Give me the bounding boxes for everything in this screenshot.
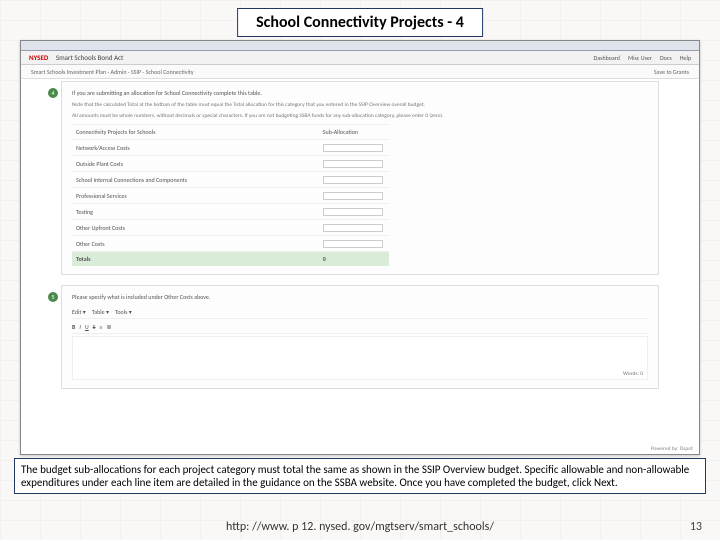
alloc-input-4[interactable]: [323, 208, 383, 216]
row-label: Network/Access Costs: [72, 140, 319, 156]
panel4-note1: Note that the calculated Total at the bo…: [72, 102, 648, 109]
editor-menu-table[interactable]: Table ▾: [92, 308, 109, 316]
editor-textarea[interactable]: Words: 0: [72, 336, 648, 380]
caption: The budget sub-allocations for each proj…: [14, 458, 706, 494]
row-label: Outside Plant Costs: [72, 156, 319, 172]
list-button[interactable]: ≣: [107, 323, 112, 331]
save-grants-button[interactable]: Save to Grants: [654, 68, 689, 76]
breadcrumb: Smart Schools Investment Plan - Admin - …: [31, 68, 194, 76]
table-row: School Internal Connections and Componen…: [72, 172, 389, 188]
table-row: Testing: [72, 204, 389, 220]
row-label: Other Costs: [72, 236, 319, 252]
step-badge-5: 5: [48, 292, 58, 302]
alloc-input-2[interactable]: [323, 176, 383, 184]
alloc-input-1[interactable]: [323, 160, 383, 168]
totals-label: Totals: [72, 252, 319, 267]
row-label: Testing: [72, 204, 319, 220]
nav-help[interactable]: Help: [680, 54, 691, 62]
allocation-table: Connectivity Projects for SchoolsSub-All…: [72, 124, 389, 266]
word-count: Words: 0: [623, 371, 643, 377]
app-title: Smart Schools Bond Act: [56, 53, 123, 62]
table-row: Other Upfront Costs: [72, 220, 389, 236]
page-number: 13: [690, 520, 702, 534]
table-row: Other Costs: [72, 236, 389, 252]
step-badge-4: 4: [48, 88, 58, 98]
table-header-right: Sub-Allocation: [319, 125, 389, 140]
app-toolbar: NYSED Smart Schools Bond Act Dashboard M…: [21, 51, 699, 65]
breadcrumb-row: Smart Schools Investment Plan - Admin - …: [21, 65, 699, 79]
browser-tabstrip: [21, 41, 699, 51]
panel-step-5: 5 Please specify what is included under …: [61, 285, 659, 389]
strike-button[interactable]: S: [93, 323, 96, 331]
row-label: Professional Services: [72, 188, 319, 204]
panel5-instruction: Please specify what is included under Ot…: [72, 294, 648, 302]
panel-step-4: 4 If you are submitting an allocation fo…: [61, 81, 659, 275]
powered-by: Powered by: Dspot: [651, 446, 693, 452]
editor-menu-tools[interactable]: Tools ▾: [115, 308, 132, 316]
alloc-input-6[interactable]: [323, 240, 383, 248]
totals-value: 0: [319, 252, 389, 267]
panel4-note2: All amounts must be whole numbers, witho…: [72, 113, 648, 120]
totals-row: Totals0: [72, 252, 389, 267]
table-row: Professional Services: [72, 188, 389, 204]
bold-button[interactable]: B: [72, 323, 75, 331]
alloc-input-0[interactable]: [323, 144, 383, 152]
alloc-input-5[interactable]: [323, 224, 383, 232]
editor-menu-edit[interactable]: Edit ▾: [72, 308, 86, 316]
nav-user[interactable]: Misc User: [628, 54, 652, 62]
italic-button[interactable]: I: [79, 323, 81, 331]
underline-button[interactable]: U: [85, 323, 89, 331]
nav-dashboard[interactable]: Dashboard: [594, 54, 620, 62]
app-screenshot: NYSED Smart Schools Bond Act Dashboard M…: [20, 40, 700, 455]
table-row: Outside Plant Costs: [72, 156, 389, 172]
footer-url: http: //www. p 12. nysed. gov/mgtserv/sm…: [226, 520, 494, 534]
logo: NYSED: [29, 53, 48, 62]
row-label: Other Upfront Costs: [72, 220, 319, 236]
table-header-left: Connectivity Projects for Schools: [72, 125, 319, 140]
alloc-input-3[interactable]: [323, 192, 383, 200]
slide-title: School Connectivity Projects - 4: [237, 8, 483, 37]
row-label: School Internal Connections and Componen…: [72, 172, 319, 188]
panel4-instruction: If you are submitting an allocation for …: [72, 90, 648, 98]
table-row: Network/Access Costs: [72, 140, 389, 156]
nav-docs[interactable]: Docs: [660, 54, 672, 62]
justify-button[interactable]: ≡: [100, 323, 103, 331]
